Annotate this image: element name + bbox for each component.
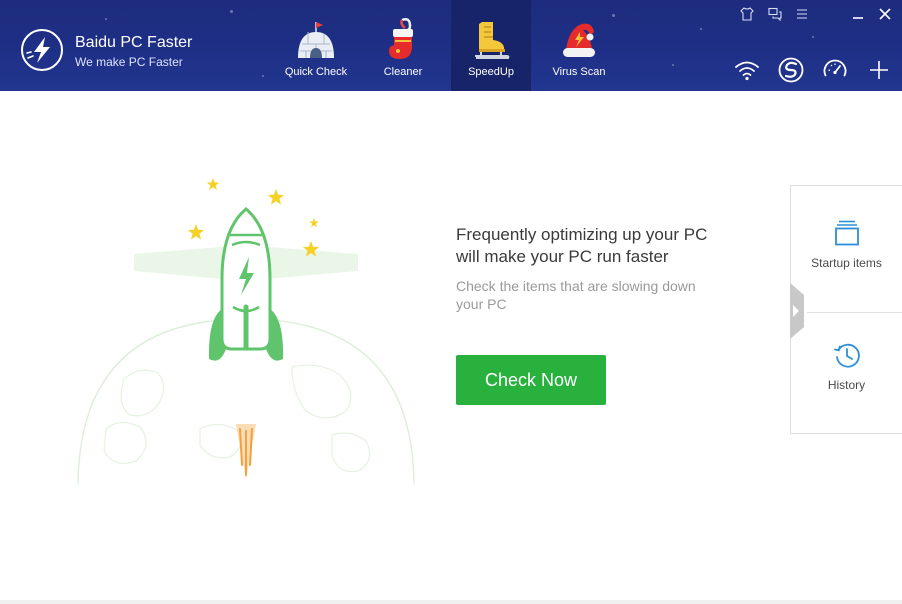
- tab-quick-check-label: Quick Check: [284, 66, 348, 78]
- minimize-icon: [853, 17, 863, 19]
- baidu-button[interactable]: [777, 56, 805, 84]
- bottom-border: [0, 600, 902, 604]
- main-panel: [0, 91, 902, 604]
- tab-cleaner-label: Cleaner: [383, 66, 423, 78]
- history-label: History: [827, 378, 866, 392]
- history-clock-icon: [834, 343, 860, 368]
- feedback-button[interactable]: [764, 5, 786, 23]
- tab-quick-check[interactable]: Quick Check: [276, 0, 356, 91]
- check-now-button[interactable]: Check Now: [456, 355, 606, 405]
- subheadline-line: Check the items that are slowing down: [456, 278, 696, 294]
- plus-button[interactable]: [865, 56, 893, 84]
- app-subtitle: We make PC Faster: [75, 55, 183, 69]
- bolt-logo-icon: [21, 29, 63, 71]
- snow-dot: [672, 64, 674, 66]
- history-button[interactable]: History: [791, 313, 902, 435]
- headline: Frequently optimizing up your PC will ma…: [456, 224, 776, 268]
- startup-stack-icon: [835, 220, 859, 246]
- tab-virus-scan[interactable]: Virus Scan: [539, 0, 619, 91]
- skin-button[interactable]: [736, 5, 758, 23]
- subheadline-line: your PC: [456, 296, 507, 312]
- close-icon: [879, 8, 891, 20]
- santa-hat-icon: [563, 23, 595, 57]
- speedometer-button[interactable]: [821, 56, 849, 84]
- app-title: Baidu PC Faster: [75, 34, 193, 51]
- snow-dot: [230, 10, 233, 13]
- skate-icon: [475, 22, 510, 59]
- tab-virus-scan-label: Virus Scan: [552, 66, 606, 78]
- rocket-illustration: [77, 179, 415, 485]
- feedback-icon: [768, 7, 782, 21]
- speedometer-icon: [823, 59, 847, 77]
- menu-icon: [797, 9, 807, 19]
- side-panel: Startup items History: [790, 185, 902, 434]
- startup-items-button[interactable]: Startup items: [791, 186, 902, 308]
- subheadline: Check the items that are slowing down yo…: [456, 277, 756, 313]
- plus-icon: [870, 61, 888, 79]
- snow-dot: [812, 36, 814, 38]
- tab-speedup-label: SpeedUp: [468, 66, 514, 78]
- startup-items-label: Startup items: [811, 256, 882, 270]
- menu-button[interactable]: [791, 5, 813, 23]
- minimize-button[interactable]: [847, 5, 869, 23]
- tab-cleaner[interactable]: Cleaner: [363, 0, 443, 91]
- close-button[interactable]: [874, 5, 896, 23]
- wifi-button[interactable]: [733, 56, 761, 84]
- header-bar: Baidu PC Faster We make PC Faster Quick …: [0, 0, 902, 91]
- wifi-icon: [735, 61, 759, 81]
- baidu-icon: [778, 57, 804, 83]
- skin-icon: [740, 7, 754, 21]
- chevron-right-icon: [793, 305, 799, 317]
- igloo-icon: [298, 22, 334, 58]
- tab-speedup[interactable]: SpeedUp: [451, 0, 531, 91]
- app-window: Baidu PC Faster We make PC Faster Quick …: [0, 0, 902, 604]
- headline-line: Frequently optimizing up your PC: [456, 225, 708, 244]
- headline-line: will make your PC run faster: [456, 247, 669, 266]
- stocking-icon: [389, 18, 413, 59]
- snow-dot: [700, 28, 702, 30]
- snow-dot: [262, 75, 264, 77]
- snow-dot: [105, 18, 107, 20]
